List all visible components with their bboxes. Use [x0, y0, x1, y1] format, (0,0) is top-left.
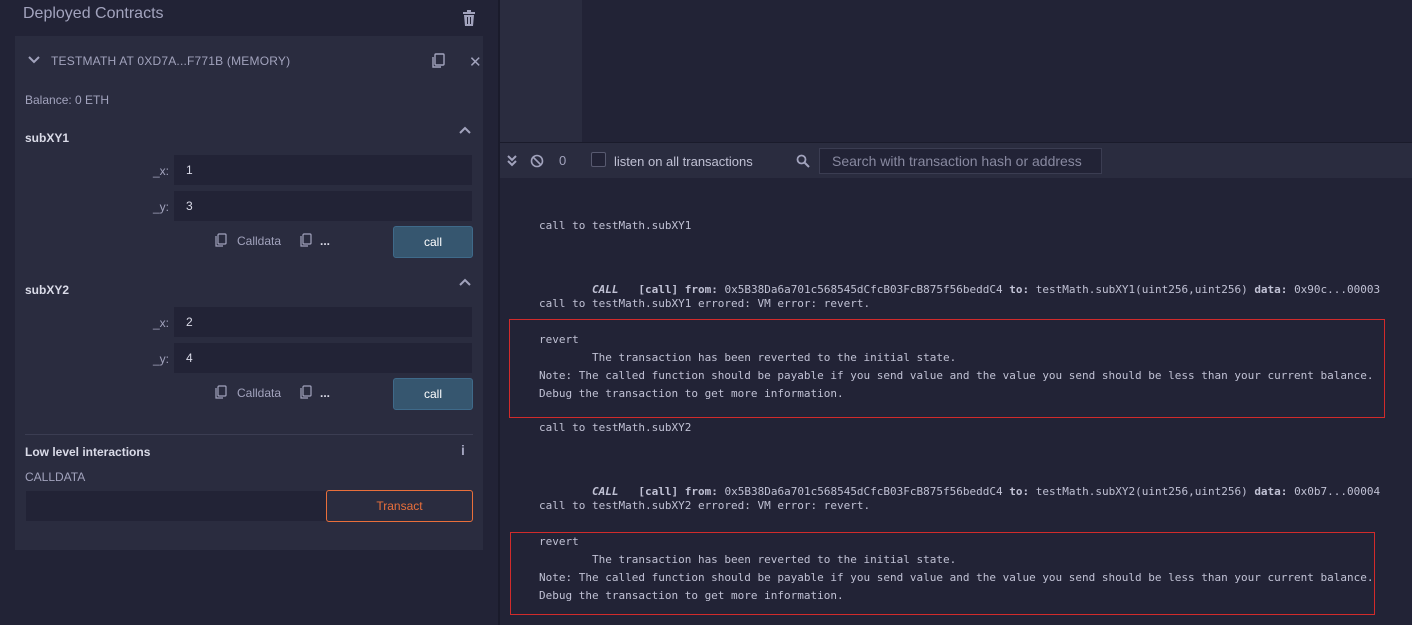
listen-checkbox[interactable]	[591, 152, 606, 167]
remix-ide: Deployed Contracts TESTMATH AT 0XD7A...F…	[0, 0, 1412, 625]
revert-debug: Debug the transaction to get more inform…	[539, 387, 844, 400]
log-call-to: call to testMath.subXY1	[539, 219, 692, 232]
more-label[interactable]: ...	[320, 386, 330, 400]
section-divider	[25, 434, 473, 435]
close-icon[interactable]: ✕	[469, 53, 482, 71]
call-button-subxy2[interactable]: call	[393, 378, 473, 410]
from-address: 0x5B38Da6a701c568545dCfcB03FcB875f56bedd…	[724, 283, 1003, 296]
from-label: from:	[684, 485, 718, 498]
from-label: from:	[684, 283, 718, 296]
copy-params-icon[interactable]	[300, 233, 312, 247]
call-data: 0x0b7...00004	[1294, 485, 1381, 498]
function-title-subxy1: subXY1	[25, 131, 70, 145]
call-kind: [call]	[638, 283, 679, 296]
call-button-subxy1[interactable]: call	[393, 226, 473, 258]
log-errored: call to testMath.subXY2 errored: VM erro…	[539, 499, 871, 512]
editor-terminal-panel: 0 listen on all transactions Search with…	[500, 0, 1412, 625]
more-label[interactable]: ...	[320, 234, 330, 248]
revert-note: Note: The called function should be paya…	[539, 369, 1374, 382]
log-errored: call to testMath.subXY1 errored: VM erro…	[539, 297, 871, 310]
editor-gutter	[500, 0, 582, 142]
param-input-y[interactable]: 3	[173, 190, 473, 222]
revert-title: revert	[539, 333, 579, 346]
param-label-y: _y:	[152, 352, 169, 366]
contract-header[interactable]: TESTMATH AT 0XD7A...F771B (MEMORY) ✕	[15, 36, 483, 86]
terminal-toolbar: 0 listen on all transactions Search with…	[500, 142, 1412, 178]
search-icon	[796, 154, 810, 168]
revert-title: revert	[539, 535, 579, 548]
call-tag: CALL	[591, 283, 619, 296]
trash-icon[interactable]	[462, 10, 476, 26]
data-label: data:	[1254, 283, 1288, 296]
copy-calldata-icon[interactable]	[215, 233, 227, 247]
terminal-output: call to testMath.subXY1 CALL [call] from…	[500, 178, 1412, 625]
param-label-x: _x:	[152, 316, 169, 330]
calldata-label[interactable]: Calldata	[237, 234, 281, 248]
revert-line: The transaction has been reverted to the…	[539, 351, 957, 364]
log-call-to: call to testMath.subXY2	[539, 421, 692, 434]
call-tag: CALL	[591, 485, 619, 498]
deployed-contract-card: TESTMATH AT 0XD7A...F771B (MEMORY) ✕ Bal…	[15, 36, 483, 550]
copy-params-icon[interactable]	[300, 385, 312, 399]
caret-up-icon[interactable]	[459, 278, 471, 286]
param-input-x[interactable]: 1	[173, 154, 473, 186]
param-input-x[interactable]: 2	[173, 306, 473, 338]
contract-balance: Balance: 0 ETH	[25, 93, 110, 107]
low-level-title: Low level interactions	[25, 445, 151, 459]
contract-name: TESTMATH AT 0XD7A...F771B (MEMORY)	[51, 54, 291, 68]
copy-calldata-icon[interactable]	[215, 385, 227, 399]
to-label: to:	[1009, 283, 1030, 296]
pending-transactions-count: 0	[559, 153, 567, 168]
revert-line: The transaction has been reverted to the…	[539, 553, 957, 566]
function-title-subxy2: subXY2	[25, 283, 70, 297]
revert-note: Note: The called function should be paya…	[539, 571, 1374, 584]
low-level-calldata-input[interactable]	[25, 490, 328, 522]
param-label-x: _x:	[152, 164, 169, 178]
info-icon[interactable]: i	[461, 442, 465, 458]
from-address: 0x5B38Da6a701c568545dCfcB03FcB875f56bedd…	[724, 485, 1003, 498]
copy-icon[interactable]	[431, 53, 445, 69]
to-function: testMath.subXY1(uint256,uint256)	[1035, 283, 1248, 296]
param-input-y[interactable]: 4	[173, 342, 473, 374]
call-kind: [call]	[638, 485, 679, 498]
double-chevron-down-icon[interactable]	[505, 154, 519, 168]
deployed-contracts-title: Deployed Contracts	[23, 5, 164, 22]
to-label: to:	[1009, 485, 1030, 498]
param-label-y: _y:	[152, 200, 169, 214]
clear-console-icon[interactable]	[530, 154, 544, 168]
deploy-run-panel: Deployed Contracts TESTMATH AT 0XD7A...F…	[0, 0, 498, 625]
transact-button[interactable]: Transact	[326, 490, 473, 522]
editor-area[interactable]	[582, 0, 1412, 142]
terminal-search-input[interactable]: Search with transaction hash or address	[819, 148, 1102, 174]
listen-label[interactable]: listen on all transactions	[614, 154, 753, 169]
chevron-down-icon[interactable]	[28, 55, 40, 65]
data-label: data:	[1254, 485, 1288, 498]
revert-debug: Debug the transaction to get more inform…	[539, 589, 844, 602]
low-level-calldata-label: CALLDATA	[25, 470, 86, 484]
calldata-label[interactable]: Calldata	[237, 386, 281, 400]
caret-up-icon[interactable]	[459, 126, 471, 134]
call-data: 0x90c...00003	[1294, 283, 1381, 296]
to-function: testMath.subXY2(uint256,uint256)	[1035, 485, 1248, 498]
